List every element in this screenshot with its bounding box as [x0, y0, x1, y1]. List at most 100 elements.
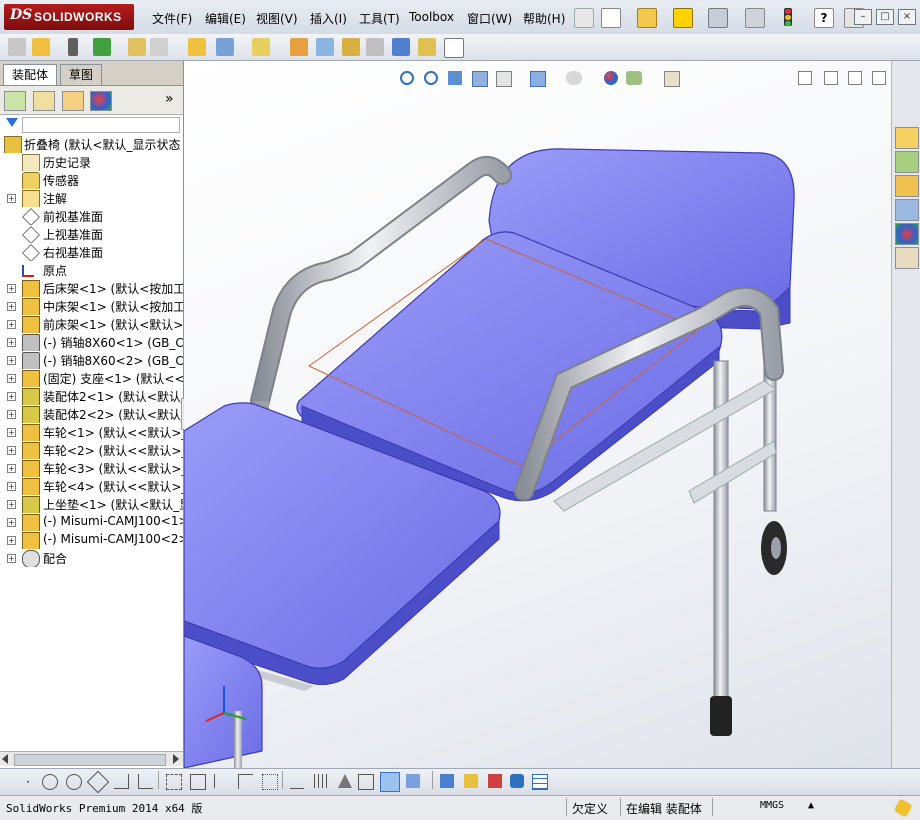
- collapse-panel-icon[interactable]: »: [165, 91, 174, 107]
- feature-manager-tab-icon[interactable]: [4, 91, 26, 111]
- expand-toggle-icon[interactable]: +: [7, 194, 16, 203]
- assembly-features-icon[interactable]: [252, 38, 270, 56]
- convert-entities-icon[interactable]: [166, 774, 182, 790]
- tree-filter[interactable]: [0, 115, 183, 135]
- explode-line-icon[interactable]: [392, 38, 410, 56]
- custom-properties-icon[interactable]: [895, 247, 919, 269]
- graphics-viewport[interactable]: [184, 61, 891, 768]
- expand-toggle-icon[interactable]: +: [7, 500, 16, 509]
- tree-item[interactable]: + 注解: [0, 189, 183, 207]
- exploded-view-icon[interactable]: [366, 38, 384, 56]
- solidworks-resources-icon[interactable]: [895, 127, 919, 149]
- status-units[interactable]: MMGS: [760, 800, 784, 811]
- tree-item[interactable]: + (-) Misumi-CAMJ100<2> (: [0, 531, 183, 549]
- expand-toggle-icon[interactable]: +: [7, 302, 16, 311]
- tree-item[interactable]: + (固定) 支座<1> (默认<<默: [0, 369, 183, 387]
- grid-icon[interactable]: [314, 774, 328, 788]
- rebuild-warning-icon[interactable]: [673, 8, 693, 28]
- expand-toggle-icon[interactable]: +: [7, 392, 16, 401]
- menu-toolbox[interactable]: Toolbox: [409, 10, 454, 24]
- snap-icon[interactable]: [262, 774, 278, 790]
- new-motion-study-icon[interactable]: [316, 38, 334, 56]
- sketch-point-icon[interactable]: ·: [26, 775, 30, 789]
- expand-toggle-icon[interactable]: +: [7, 464, 16, 473]
- instant3d-icon[interactable]: [444, 38, 464, 58]
- tree-horizontal-scrollbar[interactable]: [0, 751, 183, 766]
- offset-icon[interactable]: [138, 774, 153, 789]
- design-library-icon[interactable]: [895, 151, 919, 173]
- expand-toggle-icon[interactable]: +: [7, 554, 16, 563]
- tree-item[interactable]: 历史记录: [0, 153, 183, 171]
- scroll-right-icon[interactable]: [173, 754, 179, 764]
- view-cube-icon[interactable]: [406, 774, 420, 788]
- tree-item[interactable]: + 配合: [0, 549, 183, 567]
- tree-item[interactable]: + 后床架<1> (默认<按加工>: [0, 279, 183, 297]
- tree-item[interactable]: 传感器: [0, 171, 183, 189]
- display-manager-tab-icon[interactable]: [90, 91, 112, 111]
- tab-assembly[interactable]: 装配体: [3, 64, 58, 85]
- tree-item[interactable]: + 车轮<2> (默认<<默认>_显: [0, 441, 183, 459]
- tree-item[interactable]: + 车轮<1> (默认<<默认>_显: [0, 423, 183, 441]
- reference-geometry-icon[interactable]: [290, 38, 308, 56]
- interference-detection-icon[interactable]: [418, 38, 436, 56]
- tree-item[interactable]: 前视基准面: [0, 207, 183, 225]
- mirror-icon[interactable]: [190, 774, 206, 790]
- polygon-icon[interactable]: [66, 774, 82, 790]
- leg-foot-cap[interactable]: [710, 696, 732, 736]
- extend-icon[interactable]: [114, 774, 129, 789]
- scroll-left-icon[interactable]: [2, 754, 8, 764]
- new-document-icon[interactable]: [601, 8, 621, 28]
- property-manager-tab-icon[interactable]: [33, 91, 55, 111]
- move-component-icon[interactable]: [188, 38, 206, 56]
- triangle-icon[interactable]: [338, 774, 352, 788]
- new-component-icon[interactable]: [8, 38, 26, 56]
- restore-icon[interactable]: □: [876, 9, 894, 25]
- traffic-light-icon[interactable]: [784, 8, 792, 26]
- tree-item[interactable]: + (-) 销轴8X60<2> (GB_CON: [0, 351, 183, 369]
- units-dropdown-icon[interactable]: ▲: [808, 800, 814, 811]
- expand-toggle-icon[interactable]: +: [7, 446, 16, 455]
- shaded-with-edges-icon[interactable]: [380, 772, 400, 792]
- tree-item[interactable]: + 中床架<1> (默认<按加工>: [0, 297, 183, 315]
- tree-item[interactable]: + 车轮<4> (默认<<默认>_显: [0, 477, 183, 495]
- menu-insert[interactable]: 插入(I): [310, 10, 347, 27]
- rotate-component-icon[interactable]: [488, 774, 502, 788]
- tree-item[interactable]: 上视基准面: [0, 225, 183, 243]
- bill-of-materials-icon[interactable]: [342, 38, 360, 56]
- expand-toggle-icon[interactable]: +: [7, 320, 16, 329]
- measure-icon[interactable]: [464, 774, 478, 788]
- expand-toggle-icon[interactable]: +: [7, 428, 16, 437]
- print-icon[interactable]: [708, 8, 728, 28]
- pin-menu-icon[interactable]: [574, 8, 594, 28]
- dimension-icon[interactable]: [290, 774, 304, 789]
- solidworks-logo[interactable]: DS SOLIDWORKS: [4, 4, 134, 30]
- menu-edit[interactable]: 编辑(E): [205, 10, 246, 27]
- tree-root-assembly[interactable]: 折叠椅 (默认<默认_显示状态: [0, 135, 183, 153]
- paperclip-icon[interactable]: [68, 38, 78, 56]
- filter-input[interactable]: [22, 117, 180, 133]
- menu-help[interactable]: 帮助(H): [523, 10, 565, 27]
- trim-icon[interactable]: [86, 770, 110, 794]
- smart-fasteners-icon[interactable]: [128, 38, 146, 56]
- table-icon[interactable]: [532, 774, 548, 790]
- expand-toggle-icon[interactable]: +: [7, 518, 16, 527]
- mate-icon[interactable]: [93, 38, 111, 56]
- menu-window[interactable]: 窗口(W): [467, 10, 512, 27]
- quick-tips-icon[interactable]: [893, 798, 913, 818]
- box-icon[interactable]: [358, 774, 374, 790]
- menu-tools[interactable]: 工具(T): [359, 10, 400, 27]
- open-folder-icon[interactable]: [637, 8, 657, 28]
- configuration-manager-tab-icon[interactable]: [62, 91, 84, 111]
- tree-item[interactable]: + (-) 销轴8X60<1> (GB_CON: [0, 333, 183, 351]
- expand-toggle-icon[interactable]: +: [7, 536, 16, 545]
- menu-file[interactable]: 文件(F): [152, 10, 192, 27]
- scroll-thumb[interactable]: [14, 754, 166, 766]
- tree-item[interactable]: + 上坐垫<1> (默认<默认_显: [0, 495, 183, 513]
- tree-item[interactable]: + 前床架<1> (默认<默认>_: [0, 315, 183, 333]
- appearances-scenes-icon[interactable]: [895, 223, 919, 245]
- standard-views-icon[interactable]: [440, 774, 454, 788]
- tree-item[interactable]: + 车轮<3> (默认<<默认>_显: [0, 459, 183, 477]
- menu-view[interactable]: 视图(V): [256, 10, 298, 27]
- relations-icon[interactable]: [238, 774, 253, 789]
- expand-toggle-icon[interactable]: +: [7, 284, 16, 293]
